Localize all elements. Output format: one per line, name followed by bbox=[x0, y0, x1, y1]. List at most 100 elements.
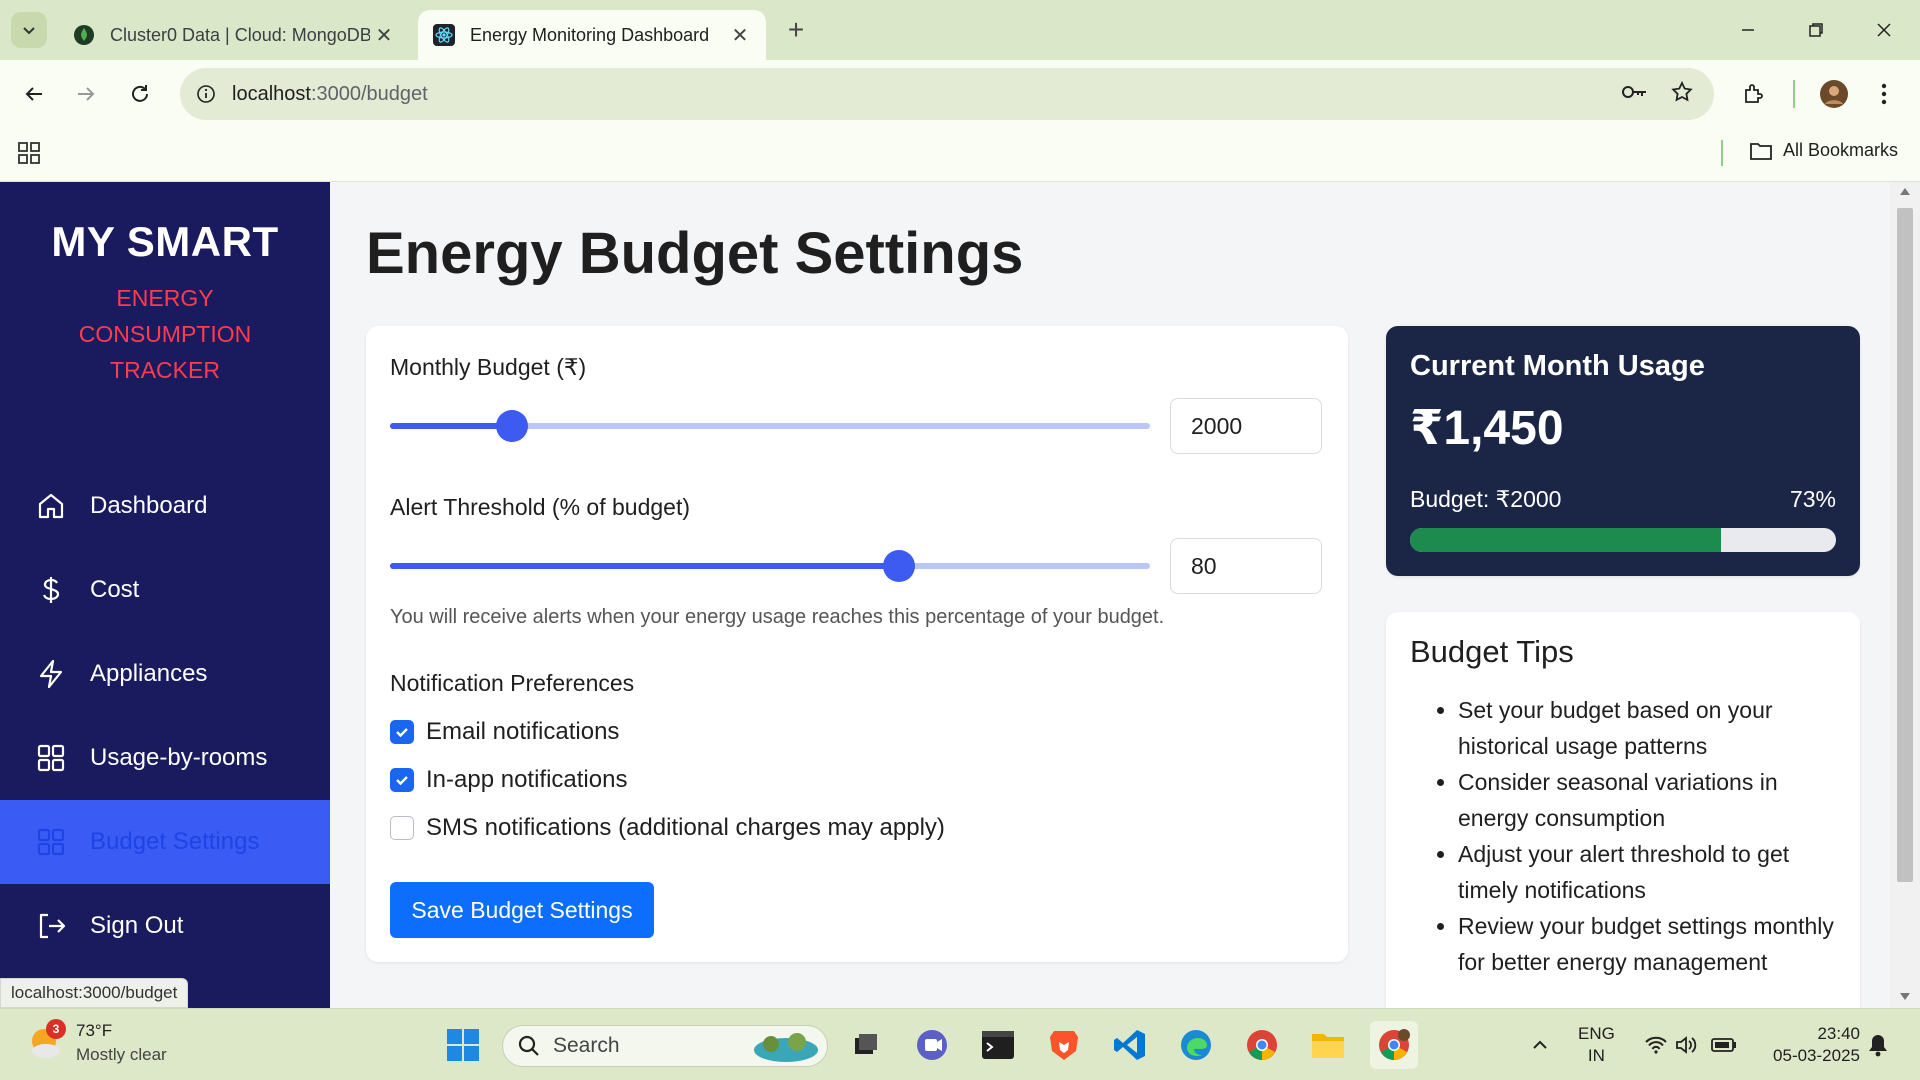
sidebar-item-label: Appliances bbox=[90, 660, 208, 687]
alert-threshold-input[interactable]: 80 bbox=[1170, 538, 1322, 594]
all-bookmarks-button[interactable]: All Bookmarks bbox=[1749, 140, 1898, 161]
browser-menu-icon[interactable] bbox=[1864, 74, 1904, 114]
volume-icon[interactable] bbox=[1666, 1021, 1706, 1069]
sms-notifications-checkbox[interactable]: SMS notifications (additional charges ma… bbox=[390, 814, 945, 842]
taskbar: 3 73°F Mostly clear Search ENG IN 23:40 … bbox=[0, 1008, 1920, 1080]
chrome-profile-active-icon[interactable] bbox=[1370, 1021, 1418, 1069]
notification-preferences-heading: Notification Preferences bbox=[390, 670, 635, 696]
forward-button[interactable] bbox=[66, 74, 106, 114]
sidebar-item-appliances[interactable]: Appliances bbox=[0, 632, 330, 716]
bookmark-star-icon[interactable] bbox=[1670, 80, 1694, 109]
budget-tips-card: Budget Tips Set your budget based on you… bbox=[1386, 612, 1860, 1008]
minimize-icon bbox=[1742, 29, 1754, 31]
teams-chat-icon[interactable] bbox=[908, 1021, 956, 1069]
minimize-button[interactable] bbox=[1718, 10, 1778, 50]
close-window-button[interactable] bbox=[1854, 10, 1914, 50]
password-key-icon[interactable] bbox=[1620, 80, 1648, 109]
slider-thumb[interactable] bbox=[495, 410, 528, 442]
terminal-icon[interactable] bbox=[974, 1021, 1022, 1069]
arrow-right-icon bbox=[78, 87, 95, 101]
address-bar[interactable]: localhost:3000/budget bbox=[180, 68, 1714, 120]
chrome-icon[interactable] bbox=[1238, 1021, 1286, 1069]
task-view-icon[interactable] bbox=[842, 1021, 890, 1069]
vscode-icon[interactable] bbox=[1106, 1021, 1154, 1069]
scroll-down-arrow-icon[interactable] bbox=[1900, 993, 1910, 1000]
link-status-bubble: localhost:3000/budget bbox=[0, 978, 189, 1008]
windows-start-icon[interactable] bbox=[439, 1021, 487, 1069]
battery-icon[interactable] bbox=[1704, 1021, 1744, 1069]
notification-bell-icon[interactable] bbox=[1858, 1021, 1898, 1069]
home-icon bbox=[34, 489, 68, 523]
tip-item: Consider seasonal variations in energy c… bbox=[1458, 764, 1838, 836]
sidebar-item-budget-settings[interactable]: Budget Settings bbox=[0, 800, 330, 884]
close-tab-icon[interactable]: ✕ bbox=[370, 21, 398, 49]
save-budget-settings-button[interactable]: Save Budget Settings bbox=[390, 882, 654, 938]
sidebar-item-label: Usage-by-rooms bbox=[90, 744, 268, 771]
checkbox-unchecked-icon[interactable] bbox=[390, 816, 414, 840]
checkbox-checked-icon[interactable] bbox=[390, 720, 414, 744]
browser-toolbar: localhost:3000/budget bbox=[0, 60, 1920, 128]
monthly-budget-slider[interactable] bbox=[390, 410, 1150, 442]
search-icon bbox=[518, 1035, 539, 1056]
brand: MY SMART ENERGY CONSUMPTION TRACKER bbox=[0, 218, 330, 388]
reload-button[interactable] bbox=[120, 74, 160, 114]
sidebar-item-label: Budget Settings bbox=[90, 828, 260, 855]
search-highlight-illustration-icon bbox=[754, 1033, 818, 1062]
page-viewport: MY SMART ENERGY CONSUMPTION TRACKER Dash… bbox=[0, 182, 1920, 1008]
checkbox-label: In-app notifications bbox=[426, 766, 628, 793]
weather-moon-cloud-icon: 3 bbox=[26, 1019, 66, 1063]
tab-energy-dashboard[interactable]: Energy Monitoring Dashboard ✕ bbox=[418, 10, 766, 60]
apps-grid-icon[interactable] bbox=[16, 140, 42, 171]
profile-avatar[interactable] bbox=[1814, 74, 1854, 114]
close-tab-icon[interactable]: ✕ bbox=[726, 21, 754, 49]
monthly-budget-input[interactable]: 2000 bbox=[1170, 398, 1322, 454]
sidebar-item-dashboard[interactable]: Dashboard bbox=[0, 464, 330, 548]
usage-budget-text: Budget: ₹2000 bbox=[1410, 486, 1562, 512]
sidebar-item-label: Sign Out bbox=[90, 912, 184, 939]
sign-out-icon bbox=[34, 909, 68, 943]
usage-progress-fill bbox=[1410, 528, 1721, 552]
page-scrollbar[interactable] bbox=[1890, 182, 1920, 1008]
tab-mongodb[interactable]: Cluster0 Data | Cloud: MongoDB ✕ bbox=[58, 10, 410, 60]
email-notifications-checkbox[interactable]: Email notifications bbox=[390, 718, 619, 746]
tip-item: Adjust your alert threshold to get timel… bbox=[1458, 836, 1838, 908]
extensions-puzzle-icon[interactable] bbox=[1734, 74, 1774, 114]
weather-widget[interactable]: 3 73°F Mostly clear bbox=[26, 1019, 167, 1067]
reload-icon bbox=[132, 85, 148, 102]
new-tab-button[interactable]: + bbox=[780, 14, 812, 46]
current-usage-card: Current Month Usage ₹1,450 Budget: ₹2000… bbox=[1386, 326, 1860, 576]
checkbox-checked-icon[interactable] bbox=[390, 768, 414, 792]
language-indicator[interactable]: ENG IN bbox=[1578, 1023, 1615, 1067]
tab-search-button[interactable] bbox=[11, 12, 47, 48]
sidebar-item-usage-by-rooms[interactable]: Usage-by-rooms bbox=[0, 716, 330, 800]
in-app-notifications-checkbox[interactable]: In-app notifications bbox=[390, 766, 627, 794]
react-logo-icon bbox=[432, 23, 456, 47]
alert-threshold-label: Alert Threshold (% of budget) bbox=[390, 494, 691, 520]
checkbox-label: SMS notifications (additional charges ma… bbox=[426, 814, 945, 841]
slider-fill bbox=[390, 563, 900, 569]
alert-threshold-slider[interactable] bbox=[390, 550, 1150, 582]
brand-title: MY SMART bbox=[51, 218, 279, 265]
scrollbar-thumb[interactable] bbox=[1897, 208, 1913, 882]
show-hidden-icons-chevron-icon[interactable] bbox=[1516, 1021, 1564, 1069]
scroll-up-arrow-icon[interactable] bbox=[1900, 188, 1910, 195]
slider-thumb[interactable] bbox=[883, 550, 916, 582]
sidebar-item-label: Dashboard bbox=[90, 492, 208, 519]
lightning-icon bbox=[34, 657, 68, 691]
restore-button[interactable] bbox=[1786, 10, 1846, 50]
edge-browser-icon[interactable] bbox=[1172, 1021, 1220, 1069]
sidebar: MY SMART ENERGY CONSUMPTION TRACKER Dash… bbox=[0, 182, 330, 1008]
sidebar-item-sign-out[interactable]: Sign Out bbox=[0, 884, 330, 968]
brave-browser-icon[interactable] bbox=[1040, 1021, 1088, 1069]
tip-item: Set your budget based on your historical… bbox=[1458, 692, 1838, 764]
sidebar-item-cost[interactable]: Cost bbox=[0, 548, 330, 632]
taskbar-clock[interactable]: 23:40 05-03-2025 bbox=[1773, 1023, 1860, 1067]
site-info-icon[interactable] bbox=[180, 84, 232, 104]
back-button[interactable] bbox=[14, 74, 54, 114]
taskbar-search[interactable]: Search bbox=[502, 1025, 828, 1067]
grid-icon bbox=[34, 825, 68, 859]
all-bookmarks-label: All Bookmarks bbox=[1782, 140, 1898, 160]
mongodb-leaf-icon bbox=[72, 23, 96, 47]
usage-amount: ₹1,450 bbox=[1410, 402, 1564, 455]
file-explorer-icon[interactable] bbox=[1304, 1021, 1352, 1069]
